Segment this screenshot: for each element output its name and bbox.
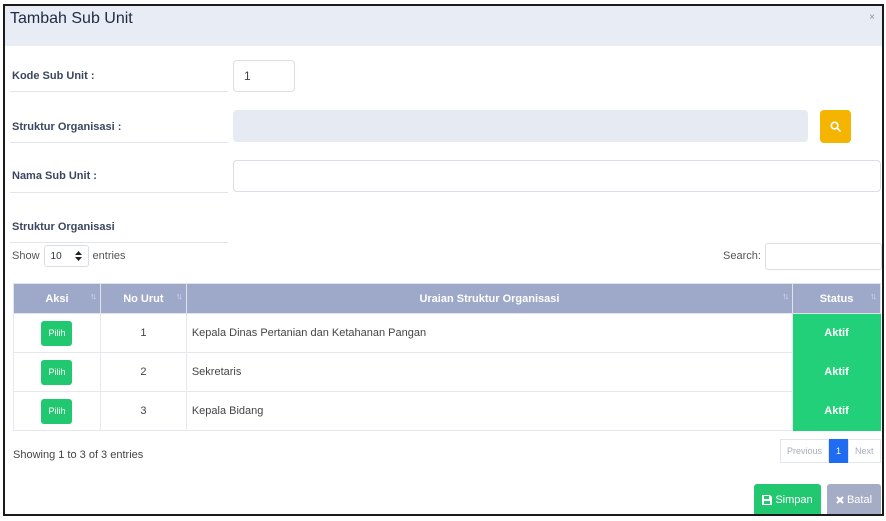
no-urut-cell: 1	[99, 313, 187, 353]
uraian-cell: Kepala Bidang	[185, 391, 794, 431]
table-row: Pilih 1 Kepala Dinas Pertanian dan Ketah…	[13, 313, 881, 353]
close-button[interactable]: ×	[869, 12, 875, 23]
batal-button[interactable]: Batal	[827, 484, 881, 514]
search-label: Search:	[723, 250, 761, 262]
column-header-uraian[interactable]: Uraian Struktur Organisasi ↑↓	[185, 283, 794, 314]
no-urut-cell: 2	[99, 352, 187, 392]
status-badge: Aktif	[792, 352, 881, 392]
pilih-button[interactable]: Pilih	[41, 320, 73, 346]
kode-sub-unit-value: 1	[244, 69, 251, 83]
section-title: Struktur Organisasi	[12, 221, 115, 233]
nama-sub-unit-label: Nama Sub Unit :	[12, 170, 97, 182]
pagination: Previous 1 Next	[780, 439, 881, 463]
nama-sub-unit-input[interactable]	[233, 160, 881, 192]
struktur-organisasi-input[interactable]	[233, 110, 808, 142]
table-header-row: Aksi ↑↓ No Urut ↑↓ Uraian Struktur Organis…	[13, 283, 881, 314]
close-icon	[836, 496, 844, 504]
previous-page-button[interactable]: Previous	[780, 439, 830, 463]
kode-sub-unit-input[interactable]: 1	[233, 60, 295, 92]
status-badge: Aktif	[792, 313, 881, 353]
next-page-button[interactable]: Next	[848, 439, 881, 463]
divider	[10, 242, 228, 243]
no-urut-cell: 3	[99, 391, 187, 431]
table-search-input[interactable]	[765, 243, 882, 270]
column-header-aksi[interactable]: Aksi ↑↓	[13, 283, 101, 314]
table-row: Pilih 2 Sekretaris Aktif	[13, 352, 881, 392]
sort-icon: ↑↓	[175, 291, 183, 301]
divider	[10, 192, 228, 193]
column-header-no-urut[interactable]: No Urut ↑↓	[99, 283, 187, 314]
divider	[10, 91, 228, 92]
show-label: Show	[12, 250, 40, 262]
table-info: Showing 1 to 3 of 3 entries	[13, 449, 144, 461]
kode-sub-unit-label: Kode Sub Unit :	[12, 70, 95, 82]
action-cell: Pilih	[13, 313, 101, 353]
modal-tambah-sub-unit: Tambah Sub Unit × Kode Sub Unit : 1 Stru…	[3, 4, 884, 516]
pilih-button[interactable]: Pilih	[41, 359, 73, 385]
struktur-organisasi-label: Struktur Organisasi :	[12, 121, 122, 133]
status-badge: Aktif	[792, 391, 881, 431]
sort-icon: ↑↓	[89, 291, 97, 301]
pilih-button[interactable]: Pilih	[41, 398, 73, 424]
batal-label: Batal	[846, 494, 873, 506]
entries-label: entries	[92, 250, 126, 262]
simpan-label: Simpan	[775, 494, 813, 506]
select-arrows-icon	[74, 251, 82, 261]
save-icon	[762, 495, 773, 505]
table-row: Pilih 3 Kepala Bidang Aktif	[13, 391, 881, 431]
column-header-status[interactable]: Status ↑↓	[792, 283, 881, 314]
uraian-cell: Kepala Dinas Pertanian dan Ketahanan Pan…	[185, 313, 794, 353]
sort-icon: ↑↓	[870, 291, 877, 301]
show-entries: Show 10 entries	[12, 245, 126, 267]
search-icon	[830, 121, 841, 132]
sort-icon: ↑↓	[782, 291, 789, 301]
page-1-button[interactable]: 1	[829, 439, 849, 463]
modal-title: Tambah Sub Unit	[10, 10, 133, 27]
modal-header: Tambah Sub Unit ×	[5, 6, 882, 46]
action-cell: Pilih	[13, 352, 101, 392]
entries-value: 10	[50, 250, 62, 262]
uraian-cell: Sekretaris	[185, 352, 794, 392]
search-struktur-button[interactable]	[820, 110, 851, 143]
entries-select[interactable]: 10	[43, 245, 89, 267]
struktur-table: Aksi ↑↓ No Urut ↑↓ Uraian Struktur Organis…	[13, 283, 881, 431]
action-cell: Pilih	[13, 391, 101, 431]
simpan-button[interactable]: Simpan	[754, 484, 821, 514]
divider	[10, 142, 228, 143]
